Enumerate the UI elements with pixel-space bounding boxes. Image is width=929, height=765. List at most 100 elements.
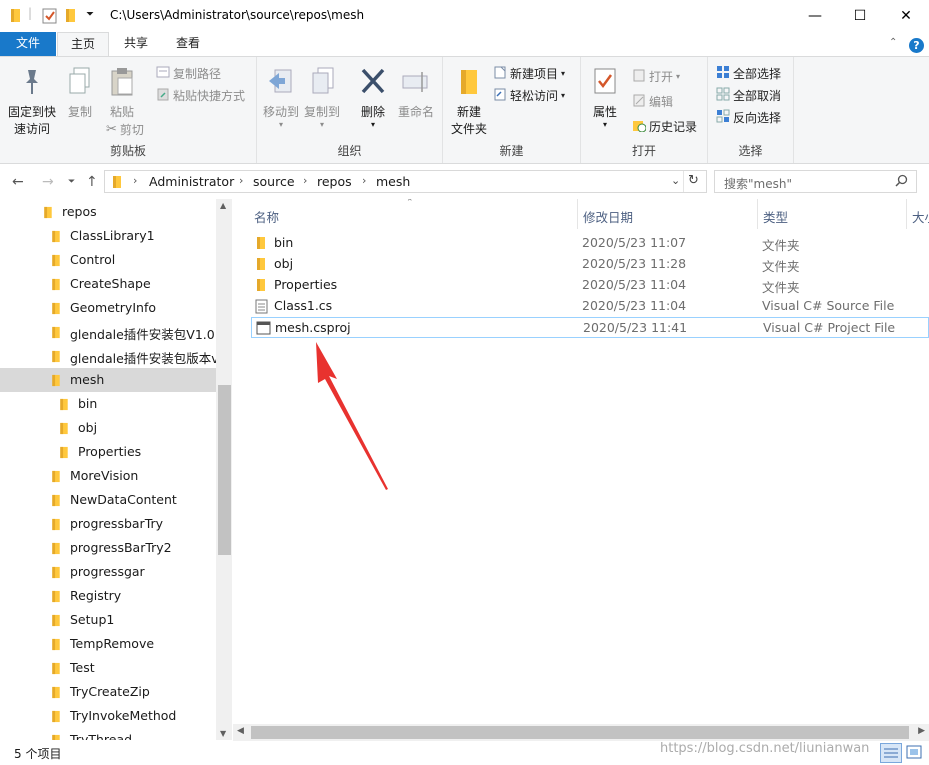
column-header-name[interactable]: 名称 ⌃ bbox=[233, 199, 577, 229]
new-folder-quick-access-icon[interactable] bbox=[64, 8, 78, 27]
refresh-icon[interactable]: ↻ bbox=[688, 173, 699, 188]
copy-to-button[interactable]: 复制到 ▾ bbox=[302, 67, 342, 129]
tab-file[interactable]: 文件 bbox=[0, 32, 56, 56]
large-icons-view-button[interactable] bbox=[904, 743, 926, 763]
paste-label: 粘贴 bbox=[109, 105, 134, 119]
nav-item-geometryinfo[interactable]: GeometryInfo bbox=[0, 296, 216, 320]
breadcrumb-separator[interactable]: › bbox=[303, 174, 307, 187]
file-row[interactable]: Properties 2020/5/23 11:04 文件夹 bbox=[251, 275, 929, 296]
file-row[interactable]: obj 2020/5/23 11:28 文件夹 bbox=[251, 254, 929, 275]
edit-button[interactable]: 编辑 bbox=[632, 93, 673, 110]
select-none-button[interactable]: 全部取消 bbox=[716, 87, 781, 104]
folder-icon bbox=[58, 446, 70, 462]
move-to-button[interactable]: 移动到 ▾ bbox=[261, 67, 301, 129]
paste-shortcut-icon bbox=[156, 87, 170, 104]
new-item-button[interactable]: 新建项目 ▾ bbox=[493, 65, 565, 82]
cut-button[interactable]: ✂ 剪切 bbox=[106, 121, 144, 138]
nav-item-setup1[interactable]: Setup1 bbox=[0, 608, 216, 632]
tab-home[interactable]: 主页 bbox=[57, 32, 109, 57]
properties-button[interactable]: 属性 ▾ bbox=[587, 67, 623, 129]
breadcrumb-mesh[interactable]: mesh bbox=[376, 174, 410, 189]
nav-item-repos[interactable]: repos bbox=[0, 200, 216, 224]
nav-item-trycreatezip[interactable]: TryCreateZip bbox=[0, 680, 216, 704]
recent-locations-icon[interactable]: ⏷ bbox=[68, 177, 75, 187]
invert-selection-button[interactable]: 反向选择 bbox=[716, 109, 781, 126]
back-button[interactable]: ← bbox=[12, 174, 24, 190]
scroll-right-icon[interactable]: ▶ bbox=[918, 726, 925, 736]
breadcrumb-repos[interactable]: repos bbox=[317, 174, 352, 189]
nav-item-newdatacontent[interactable]: NewDataContent bbox=[0, 488, 216, 512]
nav-scrollbar-thumb[interactable] bbox=[218, 385, 231, 555]
maximize-button[interactable]: ☐ bbox=[837, 0, 883, 31]
new-folder-button[interactable]: 新建 文件夹 bbox=[447, 67, 491, 138]
nav-item-classlibrary1[interactable]: ClassLibrary1 bbox=[0, 224, 216, 248]
forward-button[interactable]: → bbox=[42, 174, 54, 190]
tab-view[interactable]: 查看 bbox=[164, 32, 212, 56]
navigation-pane[interactable]: repos ClassLibrary1 Control CreateShape Geom… bbox=[0, 199, 232, 740]
file-row[interactable]: mesh.csproj 2020/5/23 11:41 Visual C# Proj… bbox=[251, 317, 929, 338]
file-list[interactable]: 名称 ⌃ 修改日期 类型 大小 bin2020/5/23 11:07文件夹obj… bbox=[233, 199, 929, 740]
column-header-date[interactable]: 修改日期 bbox=[578, 199, 757, 229]
nav-item-morevision[interactable]: MoreVision bbox=[0, 464, 216, 488]
horizontal-scrollbar-thumb[interactable] bbox=[251, 726, 909, 739]
properties-quick-access-icon[interactable] bbox=[42, 8, 57, 27]
help-icon[interactable]: ? bbox=[909, 38, 924, 53]
nav-item-progressbartry2[interactable]: progressBarTry2 bbox=[0, 536, 216, 560]
paste-button[interactable]: 粘贴 bbox=[104, 67, 140, 121]
scroll-up-icon[interactable]: ▲ bbox=[220, 201, 226, 210]
pin-quick-access-button[interactable]: 固定到快 速访问 bbox=[4, 67, 60, 138]
chevron-down-icon[interactable]: ⌄ bbox=[671, 174, 680, 187]
open-group-label: 打开 bbox=[631, 144, 656, 158]
select-all-button[interactable]: 全部选择 bbox=[716, 65, 781, 82]
horizontal-scrollbar[interactable]: ◀ ▶ bbox=[233, 724, 929, 741]
open-button[interactable]: 打开 ▾ bbox=[632, 68, 680, 85]
nav-item-control[interactable]: Control bbox=[0, 248, 216, 272]
breadcrumb-separator[interactable]: › bbox=[133, 174, 137, 187]
address-bar[interactable]: › Administrator › source › repos › mesh … bbox=[104, 170, 707, 193]
details-view-button[interactable] bbox=[880, 743, 902, 763]
nav-item-progressbartry[interactable]: progressbarTry bbox=[0, 512, 216, 536]
nav-item-obj[interactable]: obj bbox=[0, 416, 216, 440]
copy-button[interactable]: 复制 bbox=[62, 67, 98, 121]
minimize-button[interactable]: — bbox=[792, 0, 838, 31]
nav-item-createshape[interactable]: CreateShape bbox=[0, 272, 216, 296]
nav-item-mesh[interactable]: mesh bbox=[0, 368, 216, 392]
file-type: 文件夹 bbox=[762, 238, 800, 253]
nav-item-glendale-v1[interactable]: glendale插件安装包版本v1 bbox=[0, 344, 227, 368]
easy-access-button[interactable]: 轻松访问 ▾ bbox=[493, 87, 565, 104]
delete-button[interactable]: 删除 ▾ bbox=[355, 67, 391, 129]
copy-path-button[interactable]: 复制路径 bbox=[156, 65, 221, 82]
history-button[interactable]: 历史记录 bbox=[632, 118, 697, 135]
breadcrumb-separator[interactable]: › bbox=[362, 174, 366, 187]
tab-share[interactable]: 共享 bbox=[112, 32, 160, 56]
breadcrumb-administrator[interactable]: Administrator bbox=[149, 174, 234, 189]
breadcrumb-source[interactable]: source bbox=[253, 174, 295, 189]
scroll-down-icon[interactable]: ▼ bbox=[220, 729, 226, 738]
nav-item-glendale-v1-0[interactable]: glendale插件安装包V1.0 bbox=[0, 320, 216, 344]
column-header-name-label: 名称 bbox=[254, 210, 280, 225]
column-header-type[interactable]: 类型 bbox=[758, 199, 906, 229]
column-header-size[interactable]: 大小 bbox=[907, 199, 929, 229]
folder-icon bbox=[58, 422, 70, 438]
nav-item-test[interactable]: Test bbox=[0, 656, 216, 680]
close-button[interactable]: ✕ bbox=[883, 0, 929, 31]
folder-icon bbox=[50, 542, 62, 558]
customize-quick-access-icon[interactable]: ⏷ bbox=[86, 9, 94, 20]
nav-item-registry[interactable]: Registry bbox=[0, 584, 216, 608]
nav-item-tryinvokemethod[interactable]: TryInvokeMethod bbox=[0, 704, 216, 728]
nav-item-progressgar[interactable]: progressgar bbox=[0, 560, 216, 584]
nav-item-properties[interactable]: Properties bbox=[0, 440, 216, 464]
file-row[interactable]: Class1.cs 2020/5/23 11:04 Visual C# Source… bbox=[251, 296, 929, 317]
paste-shortcut-button[interactable]: 粘贴快捷方式 bbox=[156, 87, 245, 104]
nav-item-trythread[interactable]: TryThread bbox=[0, 728, 216, 740]
scroll-left-icon[interactable]: ◀ bbox=[237, 726, 244, 736]
nav-item-bin[interactable]: bin bbox=[0, 392, 216, 416]
up-button[interactable]: ↑ bbox=[86, 174, 98, 190]
search-icon[interactable] bbox=[895, 174, 908, 190]
collapse-ribbon-icon[interactable]: ⌃ bbox=[889, 37, 897, 48]
search-input[interactable]: 搜索"mesh" bbox=[714, 170, 917, 193]
file-row[interactable]: bin 2020/5/23 11:07 文件夹 bbox=[251, 233, 929, 254]
rename-button[interactable]: 重命名 bbox=[394, 67, 438, 121]
breadcrumb-separator[interactable]: › bbox=[239, 174, 243, 187]
nav-item-tempremove[interactable]: TempRemove bbox=[0, 632, 216, 656]
